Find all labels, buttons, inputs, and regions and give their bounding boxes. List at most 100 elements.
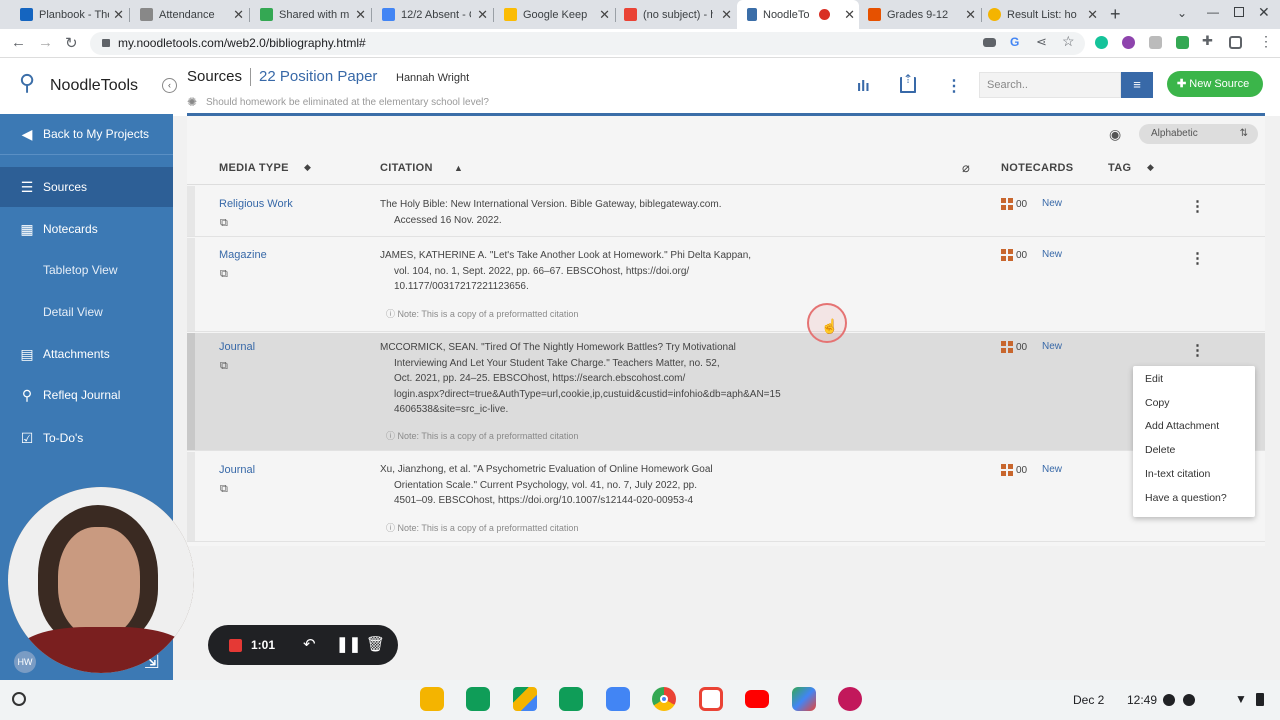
- new-notecard-link[interactable]: New: [1042, 464, 1062, 475]
- header-tag[interactable]: TAG: [1108, 162, 1131, 174]
- notecard-count[interactable]: 00: [1001, 464, 1027, 476]
- sidebar-item-tabletop-view[interactable]: Tabletop View: [0, 250, 173, 290]
- forward-icon[interactable]: →: [38, 34, 53, 51]
- menu-item-copy[interactable]: Copy: [1145, 397, 1170, 409]
- stop-record-icon[interactable]: [229, 639, 242, 652]
- battery-icon[interactable]: [1256, 693, 1264, 706]
- sidebar-item-todos[interactable]: ☑ To-Do's: [0, 418, 173, 458]
- sort-icon[interactable]: ◆: [304, 162, 311, 173]
- app-logo[interactable]: NoodleTools: [50, 77, 138, 95]
- row-menu-icon[interactable]: ⋮: [1190, 199, 1205, 214]
- share-icon[interactable]: ⋖: [1036, 34, 1047, 50]
- date-label[interactable]: Dec 2: [1073, 693, 1104, 707]
- header-citation[interactable]: CITATION: [380, 162, 433, 174]
- sort-ascending-icon[interactable]: ▲: [454, 163, 463, 173]
- citation-text[interactable]: The Holy Bible: New International Versio…: [380, 197, 820, 228]
- close-icon[interactable]: ✕: [965, 7, 976, 23]
- row-menu-icon[interactable]: ⋮: [1190, 343, 1205, 358]
- record-status-icon[interactable]: [1163, 694, 1175, 706]
- pause-icon[interactable]: ❚❚: [336, 635, 361, 653]
- star-icon[interactable]: ☆: [1062, 33, 1075, 50]
- collapse-sidebar-icon[interactable]: ‹: [162, 78, 177, 93]
- citation-text[interactable]: Xu, Jianzhong, et al. "A Psychometric Ev…: [380, 462, 820, 509]
- table-row-selected[interactable]: Journal ⧉ MCCORMICK, SEAN. "Tired Of The…: [187, 333, 1265, 451]
- menu-item-delete[interactable]: Delete: [1145, 444, 1175, 456]
- back-icon[interactable]: ←: [11, 34, 26, 51]
- new-tab-button[interactable]: +: [1110, 4, 1121, 25]
- media-type-link[interactable]: Magazine: [219, 249, 267, 261]
- browser-tab[interactable]: (no subject) - h ✕: [616, 0, 736, 29]
- extension-icon[interactable]: [1176, 36, 1189, 49]
- minimize-icon[interactable]: —: [1207, 5, 1219, 19]
- close-icon[interactable]: ✕: [113, 7, 124, 23]
- filter-button[interactable]: ≡: [1121, 72, 1153, 98]
- chevron-down-icon[interactable]: ⌄: [1177, 6, 1187, 20]
- trash-icon[interactable]: 🗑: [366, 635, 385, 653]
- add-status-icon[interactable]: [1183, 694, 1195, 706]
- user-avatar[interactable]: HW: [14, 651, 36, 673]
- paperclip-icon[interactable]: ⌀: [962, 160, 970, 176]
- extension-icon[interactable]: [1149, 36, 1162, 49]
- sidebar-item-sources[interactable]: ☰ Sources: [0, 167, 173, 207]
- new-notecard-link[interactable]: New: [1042, 198, 1062, 209]
- close-window-icon[interactable]: ✕: [1258, 4, 1270, 21]
- undo-icon[interactable]: ↶: [303, 635, 316, 653]
- close-icon[interactable]: ✕: [477, 7, 488, 23]
- google-icon[interactable]: G: [1010, 35, 1019, 49]
- menu-item-in-text-citation[interactable]: In-text citation: [1145, 468, 1210, 480]
- gmail-app-icon[interactable]: [699, 687, 723, 711]
- sidebar-item-detail-view[interactable]: Detail View: [0, 292, 173, 332]
- classroom-app-icon[interactable]: [559, 687, 583, 711]
- new-notecard-link[interactable]: New: [1042, 249, 1062, 260]
- project-title[interactable]: 22 Position Paper: [259, 68, 377, 85]
- browser-tab[interactable]: Result List: hor ✕: [982, 0, 1102, 29]
- webcam-overlay[interactable]: [8, 487, 194, 673]
- sort-dropdown[interactable]: Alphabetic ⇅: [1139, 124, 1258, 144]
- slides-app-icon[interactable]: [420, 687, 444, 711]
- external-link-icon[interactable]: ⧉: [220, 268, 228, 281]
- sheets-app-icon[interactable]: [466, 687, 490, 711]
- close-icon[interactable]: ✕: [721, 7, 732, 23]
- external-link-icon[interactable]: ⧉: [220, 483, 228, 496]
- close-icon[interactable]: ✕: [1087, 7, 1098, 23]
- sidebar-item-attachments[interactable]: ▤ Attachments: [0, 334, 173, 374]
- close-icon[interactable]: ✕: [355, 7, 366, 23]
- play-store-app-icon[interactable]: [792, 687, 816, 711]
- table-row[interactable]: Magazine ⧉ JAMES, KATHERINE A. "Let's Ta…: [187, 238, 1265, 332]
- browser-tab-active[interactable]: NoodleTo ✕: [737, 0, 859, 29]
- clock-label[interactable]: 12:49: [1127, 693, 1157, 707]
- docs-app-icon[interactable]: [606, 687, 630, 711]
- menu-icon[interactable]: ⋮: [1259, 33, 1273, 50]
- close-icon[interactable]: ✕: [233, 7, 244, 23]
- header-notecards[interactable]: NOTECARDS: [1001, 162, 1073, 174]
- camera-icon[interactable]: [983, 38, 996, 47]
- new-notecard-link[interactable]: New: [1042, 341, 1062, 352]
- table-row[interactable]: Journal ⧉ Xu, Jianzhong, et al. "A Psych…: [187, 452, 1265, 542]
- menu-item-add-attachment[interactable]: Add Attachment: [1145, 420, 1219, 432]
- media-type-link[interactable]: Journal: [219, 464, 255, 476]
- menu-item-have-a-question[interactable]: Have a question?: [1145, 492, 1227, 504]
- citation-text[interactable]: MCCORMICK, SEAN. "Tired Of The Nightly H…: [380, 340, 820, 418]
- citation-text[interactable]: JAMES, KATHERINE A. "Let's Take Another …: [380, 248, 820, 295]
- drive-app-icon[interactable]: [513, 687, 537, 711]
- more-icon[interactable]: ⋮: [946, 76, 962, 96]
- browser-tab[interactable]: Planbook - The ✕: [8, 0, 128, 29]
- browser-tab[interactable]: Attendance ✕: [130, 0, 248, 29]
- table-row[interactable]: Religious Work ⧉ The Holy Bible: New Int…: [187, 186, 1265, 237]
- extension-icon[interactable]: [1122, 36, 1135, 49]
- research-question[interactable]: Should homework be eliminated at the ele…: [206, 97, 489, 108]
- notecard-count[interactable]: 00: [1001, 198, 1027, 210]
- browser-tab[interactable]: 12/2 Absent - C ✕: [372, 0, 492, 29]
- grammarly-icon[interactable]: [1095, 36, 1108, 49]
- puzzle-icon[interactable]: ✚: [1202, 33, 1213, 49]
- maximize-icon[interactable]: [1234, 7, 1244, 17]
- notecard-count[interactable]: 00: [1001, 341, 1027, 353]
- browser-tab[interactable]: Grades 9-12 ✕: [860, 0, 980, 29]
- browser-tab[interactable]: Shared with me ✕: [250, 0, 370, 29]
- media-type-link[interactable]: Religious Work: [219, 198, 293, 210]
- row-menu-icon[interactable]: ⋮: [1190, 251, 1205, 266]
- wifi-icon[interactable]: ▼: [1235, 692, 1247, 706]
- browser-tab[interactable]: Google Keep ✕: [494, 0, 614, 29]
- notecard-count[interactable]: 00: [1001, 249, 1027, 261]
- youtube-app-icon[interactable]: [745, 690, 769, 708]
